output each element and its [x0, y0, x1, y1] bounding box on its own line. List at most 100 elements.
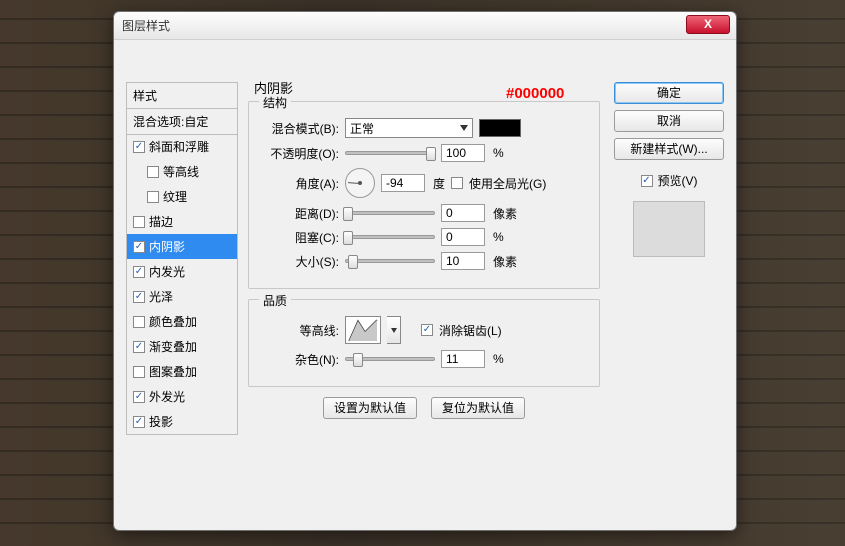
- distance-row: 距离(D): 0 像素: [261, 204, 587, 222]
- sidebar-item-color-overlay[interactable]: 颜色叠加: [127, 309, 237, 334]
- checkbox-icon[interactable]: [133, 366, 145, 378]
- sidebar-header-blendopts[interactable]: 混合选项:自定: [126, 108, 238, 135]
- noise-unit: %: [493, 352, 504, 366]
- layer-style-dialog: 图层样式 X 样式 混合选项:自定 斜面和浮雕 等高线 纹理 描边 内阴影 内发…: [113, 11, 737, 531]
- global-light-label: 使用全局光(G): [469, 175, 546, 192]
- size-input[interactable]: 10: [441, 252, 485, 270]
- sidebar-item-label: 内发光: [149, 263, 185, 280]
- sidebar-item-label: 投影: [149, 413, 173, 430]
- sidebar-item-label: 斜面和浮雕: [149, 138, 209, 155]
- contour-dropdown-button[interactable]: [387, 316, 401, 344]
- sidebar-item-satin[interactable]: 光泽: [127, 284, 237, 309]
- structure-legend: 结构: [259, 94, 291, 111]
- noise-slider[interactable]: [345, 357, 435, 361]
- make-default-button[interactable]: 设置为默认值: [323, 397, 417, 419]
- titlebar[interactable]: 图层样式 X: [114, 12, 736, 40]
- dialog-body: 样式 混合选项:自定 斜面和浮雕 等高线 纹理 描边 内阴影 内发光 光泽 颜色…: [114, 40, 736, 530]
- ok-button[interactable]: 确定: [614, 82, 724, 104]
- close-button[interactable]: X: [686, 15, 730, 34]
- slider-thumb[interactable]: [343, 207, 353, 221]
- blend-mode-label: 混合模式(B):: [261, 120, 339, 137]
- choke-slider[interactable]: [345, 235, 435, 239]
- sidebar-item-label: 等高线: [163, 163, 199, 180]
- checkbox-icon[interactable]: [133, 341, 145, 353]
- opacity-input[interactable]: 100: [441, 144, 485, 162]
- sidebar-item-label: 颜色叠加: [149, 313, 197, 330]
- sidebar-item-contour[interactable]: 等高线: [127, 159, 237, 184]
- sidebar-item-bevel[interactable]: 斜面和浮雕: [127, 134, 237, 159]
- close-icon: X: [704, 17, 712, 31]
- antialias-checkbox[interactable]: [421, 324, 433, 336]
- opacity-label: 不透明度(O):: [261, 145, 339, 162]
- noise-input[interactable]: 11: [441, 350, 485, 368]
- slider-thumb[interactable]: [348, 255, 358, 269]
- slider-thumb[interactable]: [353, 353, 363, 367]
- sidebar-item-inner-shadow[interactable]: 内阴影: [127, 234, 237, 259]
- sidebar-item-texture[interactable]: 纹理: [127, 184, 237, 209]
- size-slider[interactable]: [345, 259, 435, 263]
- opacity-row: 不透明度(O): 100 %: [261, 144, 587, 162]
- size-row: 大小(S): 10 像素: [261, 252, 587, 270]
- angle-center: [358, 181, 362, 185]
- blend-mode-row: 混合模式(B): 正常: [261, 118, 587, 138]
- preview-thumbnail: [633, 201, 705, 257]
- choke-row: 阻塞(C): 0 %: [261, 228, 587, 246]
- sidebar-item-label: 图案叠加: [149, 363, 197, 380]
- antialias-label: 消除锯齿(L): [439, 322, 502, 339]
- checkbox-icon[interactable]: [147, 166, 159, 178]
- sidebar-item-drop-shadow[interactable]: 投影: [127, 409, 237, 434]
- new-style-button[interactable]: 新建样式(W)...: [614, 138, 724, 160]
- checkbox-icon[interactable]: [147, 191, 159, 203]
- sidebar-item-gradient-overlay[interactable]: 渐变叠加: [127, 334, 237, 359]
- slider-thumb[interactable]: [343, 231, 353, 245]
- angle-dial[interactable]: [345, 168, 375, 198]
- checkbox-icon[interactable]: [133, 416, 145, 428]
- preview-label: 预览(V): [658, 172, 698, 189]
- angle-unit: 度: [433, 175, 445, 192]
- opacity-slider[interactable]: [345, 151, 435, 155]
- contour-picker[interactable]: [345, 316, 381, 344]
- default-buttons-row: 设置为默认值 复位为默认值: [248, 397, 600, 419]
- checkbox-icon[interactable]: [133, 291, 145, 303]
- noise-label: 杂色(N):: [261, 351, 339, 368]
- sidebar-item-label: 光泽: [149, 288, 173, 305]
- sidebar-item-pattern-overlay[interactable]: 图案叠加: [127, 359, 237, 384]
- distance-label: 距离(D):: [261, 205, 339, 222]
- sidebar-item-label: 内阴影: [149, 238, 185, 255]
- contour-row: 等高线: 消除锯齿(L): [261, 316, 587, 344]
- sidebar-item-label: 外发光: [149, 388, 185, 405]
- checkbox-icon[interactable]: [133, 241, 145, 253]
- color-swatch[interactable]: [479, 119, 521, 137]
- checkbox-icon[interactable]: [133, 391, 145, 403]
- contour-label: 等高线:: [261, 322, 339, 339]
- preview-checkbox[interactable]: [641, 175, 653, 187]
- size-unit: 像素: [493, 253, 517, 270]
- reset-default-button[interactable]: 复位为默认值: [431, 397, 525, 419]
- blend-mode-dropdown[interactable]: 正常: [345, 118, 473, 138]
- slider-thumb[interactable]: [426, 147, 436, 161]
- checkbox-icon[interactable]: [133, 316, 145, 328]
- quality-legend: 品质: [259, 292, 291, 309]
- distance-unit: 像素: [493, 205, 517, 222]
- window-title: 图层样式: [122, 17, 170, 34]
- choke-unit: %: [493, 230, 504, 244]
- quality-group: 品质 等高线: 消除锯齿(L) 杂色(N): 11 %: [248, 299, 600, 387]
- sidebar-item-inner-glow[interactable]: 内发光: [127, 259, 237, 284]
- size-label: 大小(S):: [261, 253, 339, 270]
- sidebar-item-stroke[interactable]: 描边: [127, 209, 237, 234]
- cancel-button[interactable]: 取消: [614, 110, 724, 132]
- checkbox-icon[interactable]: [133, 141, 145, 153]
- main-panel: 内阴影 结构 混合模式(B): 正常 不透明度(O): 100 %: [248, 78, 600, 419]
- angle-input[interactable]: -94: [381, 174, 425, 192]
- checkbox-icon[interactable]: [133, 216, 145, 228]
- global-light-checkbox[interactable]: [451, 177, 463, 189]
- distance-slider[interactable]: [345, 211, 435, 215]
- chevron-down-icon: [460, 125, 468, 131]
- sidebar-item-outer-glow[interactable]: 外发光: [127, 384, 237, 409]
- choke-input[interactable]: 0: [441, 228, 485, 246]
- sidebar-header-styles[interactable]: 样式: [126, 82, 238, 109]
- styles-sidebar: 样式 混合选项:自定 斜面和浮雕 等高线 纹理 描边 内阴影 内发光 光泽 颜色…: [126, 82, 238, 435]
- opacity-unit: %: [493, 146, 504, 160]
- distance-input[interactable]: 0: [441, 204, 485, 222]
- checkbox-icon[interactable]: [133, 266, 145, 278]
